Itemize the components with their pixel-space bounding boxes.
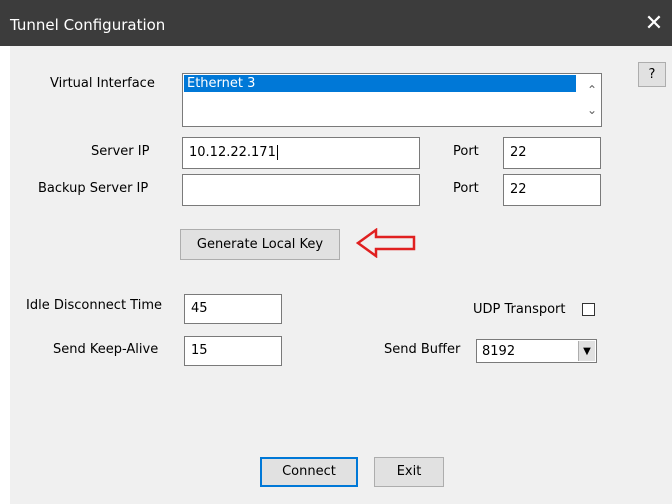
- connect-button[interactable]: Connect: [260, 457, 358, 487]
- send-keepalive-input[interactable]: 15: [184, 336, 282, 366]
- send-buffer-value: 8192: [482, 344, 516, 359]
- scroll-down-icon[interactable]: ⌄: [587, 103, 597, 117]
- help-button[interactable]: ?: [638, 62, 666, 87]
- exit-button[interactable]: Exit: [374, 457, 444, 487]
- title-bar: Tunnel Configuration ✕: [0, 0, 672, 46]
- server-ip-input[interactable]: 10.12.22.171: [182, 137, 420, 169]
- server-port-input[interactable]: 22: [503, 137, 601, 169]
- idle-disconnect-input[interactable]: 45: [184, 294, 282, 324]
- backup-port-label: Port: [453, 181, 479, 196]
- idle-disconnect-value: 45: [191, 301, 208, 316]
- list-scrollbar[interactable]: ⌃ ⌄: [583, 74, 601, 126]
- scroll-up-icon[interactable]: ⌃: [587, 83, 597, 97]
- backup-server-ip-label: Backup Server IP: [38, 181, 149, 196]
- backup-port-value: 22: [510, 182, 527, 197]
- virtual-interface-list[interactable]: Ethernet 3 ⌃ ⌄: [182, 73, 602, 127]
- send-keepalive-value: 15: [191, 343, 208, 358]
- server-port-value: 22: [510, 145, 527, 160]
- exit-button-label: Exit: [396, 464, 422, 479]
- generate-local-key-label: Generate Local Key: [196, 237, 324, 252]
- server-ip-label: Server IP: [91, 144, 150, 159]
- connect-button-label: Connect: [282, 464, 336, 479]
- list-item-selected[interactable]: Ethernet 3: [184, 75, 576, 92]
- send-keepalive-label: Send Keep-Alive: [53, 342, 159, 357]
- close-icon[interactable]: ✕: [640, 10, 668, 38]
- send-buffer-label: Send Buffer: [384, 342, 461, 357]
- generate-local-key-button[interactable]: Generate Local Key: [180, 229, 340, 260]
- backup-server-ip-input[interactable]: [182, 174, 420, 206]
- backup-port-input[interactable]: 22: [503, 174, 601, 206]
- window-title: Tunnel Configuration: [10, 16, 166, 34]
- virtual-interface-label: Virtual Interface: [50, 76, 155, 91]
- server-port-label: Port: [453, 144, 479, 159]
- server-ip-value: 10.12.22.171: [189, 145, 276, 160]
- idle-disconnect-label: Idle Disconnect Time: [26, 298, 162, 313]
- chevron-down-icon[interactable]: ▼: [578, 341, 595, 361]
- help-button-label: ?: [648, 67, 656, 82]
- dialog-body: ? Virtual Interface Ethernet 3 ⌃ ⌄ Serve…: [10, 46, 672, 504]
- udp-transport-label: UDP Transport: [473, 302, 566, 317]
- left-arrow-annotation-icon: [356, 228, 416, 258]
- send-buffer-select[interactable]: 8192 ▼: [476, 339, 597, 363]
- udp-transport-checkbox[interactable]: [582, 303, 595, 316]
